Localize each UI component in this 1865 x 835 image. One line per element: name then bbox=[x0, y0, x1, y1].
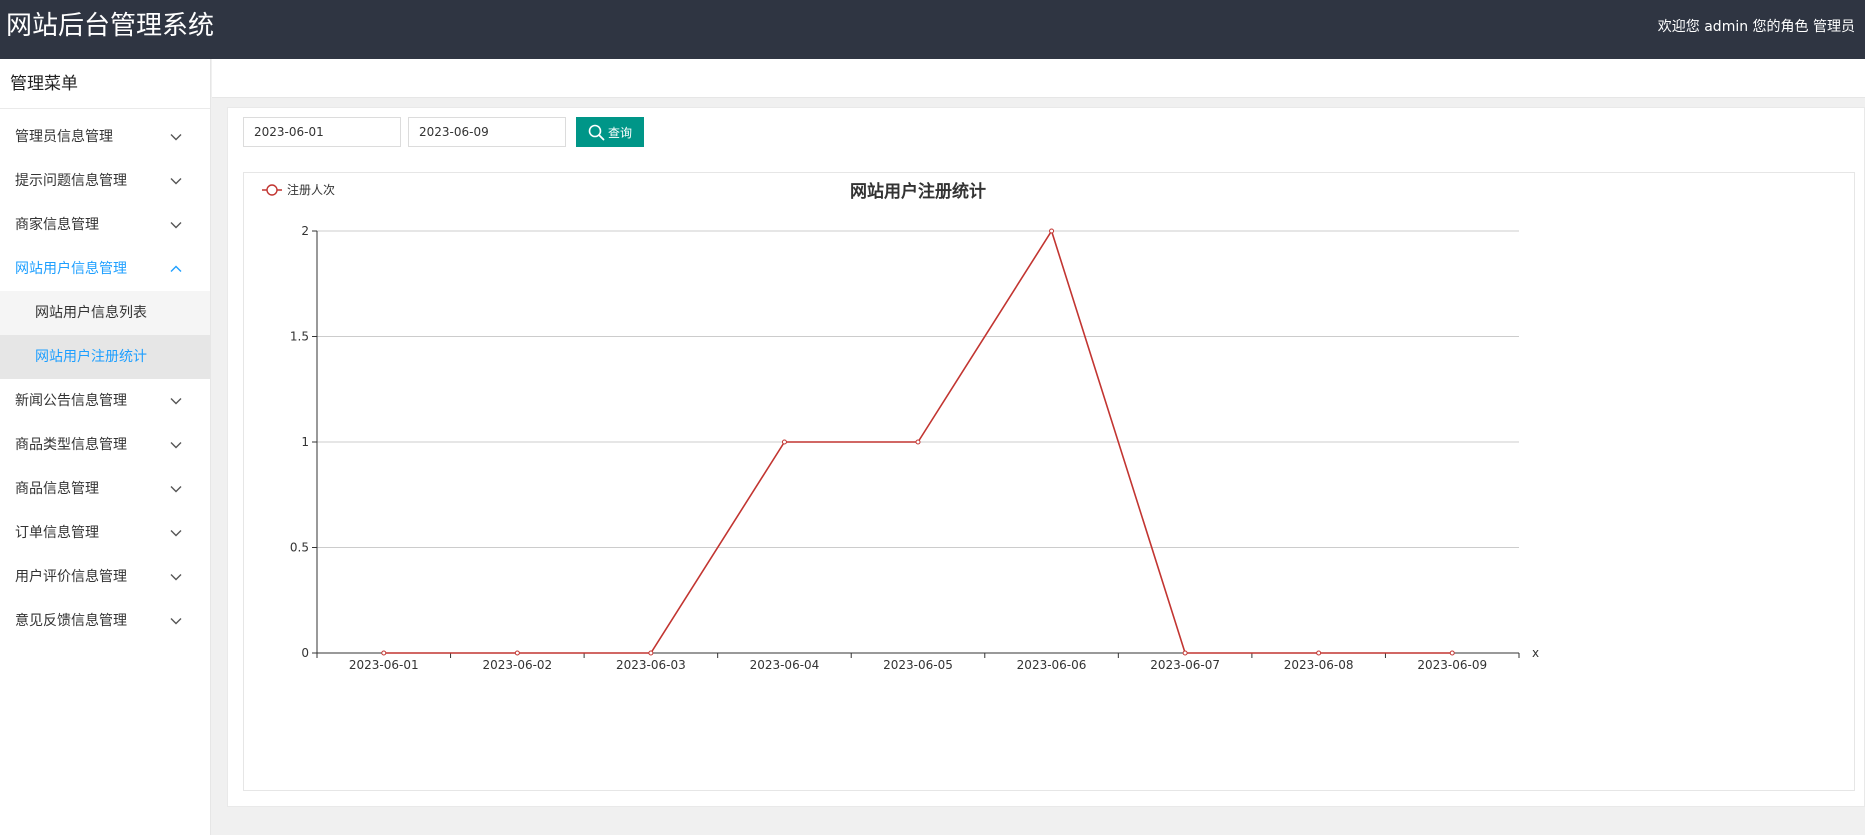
y-tick-label: 0.5 bbox=[290, 541, 309, 555]
sidebar-subitem[interactable]: 网站用户注册统计 bbox=[0, 335, 210, 379]
user-info: 欢迎您 admin 您的角色 管理员 bbox=[1657, 19, 1855, 35]
chevron-down-icon bbox=[170, 442, 182, 449]
chevron-down-icon bbox=[170, 222, 182, 229]
sidebar-item-label: 商品类型信息管理 bbox=[15, 437, 127, 453]
sidebar-item-label: 商家信息管理 bbox=[15, 217, 99, 233]
sidebar-item-label: 网站用户信息管理 bbox=[15, 261, 127, 277]
x-tick-label: 2023-06-02 bbox=[482, 658, 552, 672]
sidebar-item[interactable]: 用户评价信息管理 bbox=[0, 555, 210, 599]
sidebar-item-toggle bbox=[170, 511, 182, 555]
sidebar-item-toggle bbox=[170, 423, 182, 467]
app-title: 网站后台管理系统 bbox=[6, 11, 215, 41]
sidebar-item[interactable]: 提示问题信息管理 bbox=[0, 159, 210, 203]
chevron-down-icon bbox=[170, 178, 182, 185]
sidebar-item-label: 商品信息管理 bbox=[15, 481, 99, 497]
sidebar-item-toggle bbox=[170, 555, 182, 599]
data-point bbox=[1316, 650, 1322, 656]
x-tick-label: 2023-06-07 bbox=[1150, 658, 1220, 672]
x-tick-label: 2023-06-04 bbox=[750, 658, 820, 672]
sidebar-item[interactable]: 商品信息管理 bbox=[0, 467, 210, 511]
sidebar-item-label: 用户评价信息管理 bbox=[15, 569, 127, 585]
sidebar-item-toggle bbox=[170, 115, 182, 159]
sidebar-item-toggle bbox=[170, 159, 182, 203]
chart-title: 网站用户注册统计 bbox=[850, 181, 986, 202]
sidebar-item[interactable]: 订单信息管理 bbox=[0, 511, 210, 555]
x-tick-label: 2023-06-03 bbox=[616, 658, 686, 672]
data-point bbox=[1182, 650, 1188, 656]
end-date-input[interactable] bbox=[408, 117, 566, 147]
y-tick-label: 0 bbox=[301, 646, 309, 660]
sidebar-menu: 管理员信息管理 提示问题信息管理 商家信息管理网站用户信息管理网站用户信息列表 网站用… bbox=[0, 109, 210, 643]
sidebar-item-label: 管理员信息管理 bbox=[15, 129, 113, 145]
data-point bbox=[381, 650, 387, 656]
sidebar-item[interactable]: 新闻公告信息管理 bbox=[0, 379, 210, 423]
content-card: 查询 网站用户注册统计 注册人次 0 0.5 1 1.5 2 x 2023-06-01 2023-… bbox=[227, 107, 1865, 807]
app-header: 网站后台管理系统 欢迎您 admin 您的角色 管理员 bbox=[0, 0, 1865, 59]
start-date-input[interactable] bbox=[243, 117, 401, 147]
sidebar-subitem[interactable]: 网站用户信息列表 bbox=[0, 291, 210, 335]
chevron-down-icon bbox=[170, 486, 182, 493]
chevron-down-icon bbox=[170, 530, 182, 537]
data-point bbox=[648, 650, 654, 656]
x-tick-label: 2023-06-06 bbox=[1017, 658, 1087, 672]
x-tick-label: 2023-06-09 bbox=[1417, 658, 1487, 672]
y-tick-label: 2 bbox=[301, 224, 309, 238]
y-tick-label: 1.5 bbox=[290, 330, 309, 344]
legend-marker bbox=[266, 184, 278, 196]
sidebar-item-label: 新闻公告信息管理 bbox=[15, 393, 127, 409]
registration-line-chart: 网站用户注册统计 注册人次 0 0.5 1 1.5 2 x 2023-06-01 2023-06-… bbox=[262, 181, 1539, 672]
data-point bbox=[1049, 228, 1055, 234]
sidebar-item-toggle bbox=[170, 467, 182, 511]
sidebar-item[interactable]: 商品类型信息管理 bbox=[0, 423, 210, 467]
query-button[interactable]: 查询 bbox=[576, 117, 644, 147]
x-tick-label: 2023-06-01 bbox=[349, 658, 419, 672]
top-bar bbox=[212, 59, 1865, 98]
sidebar-title: 管理菜单 bbox=[0, 59, 210, 109]
x-axis-name: x bbox=[1532, 646, 1539, 660]
sidebar-item-toggle bbox=[170, 599, 182, 643]
sidebar-item-label: 提示问题信息管理 bbox=[15, 173, 127, 189]
chevron-up-icon bbox=[170, 265, 182, 272]
sidebar-item-label: 订单信息管理 bbox=[15, 525, 99, 541]
data-point bbox=[514, 650, 520, 656]
sidebar-item-label: 意见反馈信息管理 bbox=[15, 613, 127, 629]
data-point bbox=[915, 439, 921, 445]
sidebar-item[interactable]: 网站用户信息管理 bbox=[0, 247, 210, 291]
search-icon bbox=[588, 124, 605, 140]
sidebar-item-toggle bbox=[170, 247, 182, 291]
sidebar-item[interactable]: 意见反馈信息管理 bbox=[0, 599, 210, 643]
sidebar-item-toggle bbox=[170, 203, 182, 247]
x-tick-label: 2023-06-05 bbox=[883, 658, 953, 672]
legend-label: 注册人次 bbox=[287, 182, 335, 197]
data-point bbox=[1449, 650, 1455, 656]
chevron-down-icon bbox=[170, 134, 182, 141]
sidebar-item[interactable]: 商家信息管理 bbox=[0, 203, 210, 247]
chart-container: 网站用户注册统计 注册人次 0 0.5 1 1.5 2 x 2023-06-01 2023-06-… bbox=[243, 172, 1855, 791]
sidebar: 管理菜单 管理员信息管理 提示问题信息管理 商家信息管理网站用户信息管理网站用户信息… bbox=[0, 59, 211, 835]
chevron-down-icon bbox=[170, 398, 182, 405]
chevron-down-icon bbox=[170, 618, 182, 625]
chevron-down-icon bbox=[170, 574, 182, 581]
query-button-label: 查询 bbox=[607, 125, 632, 140]
sidebar-item[interactable]: 管理员信息管理 bbox=[0, 115, 210, 159]
y-tick-label: 1 bbox=[301, 435, 309, 449]
data-point bbox=[781, 439, 787, 445]
x-tick-label: 2023-06-08 bbox=[1284, 658, 1354, 672]
sidebar-item-toggle bbox=[170, 379, 182, 423]
